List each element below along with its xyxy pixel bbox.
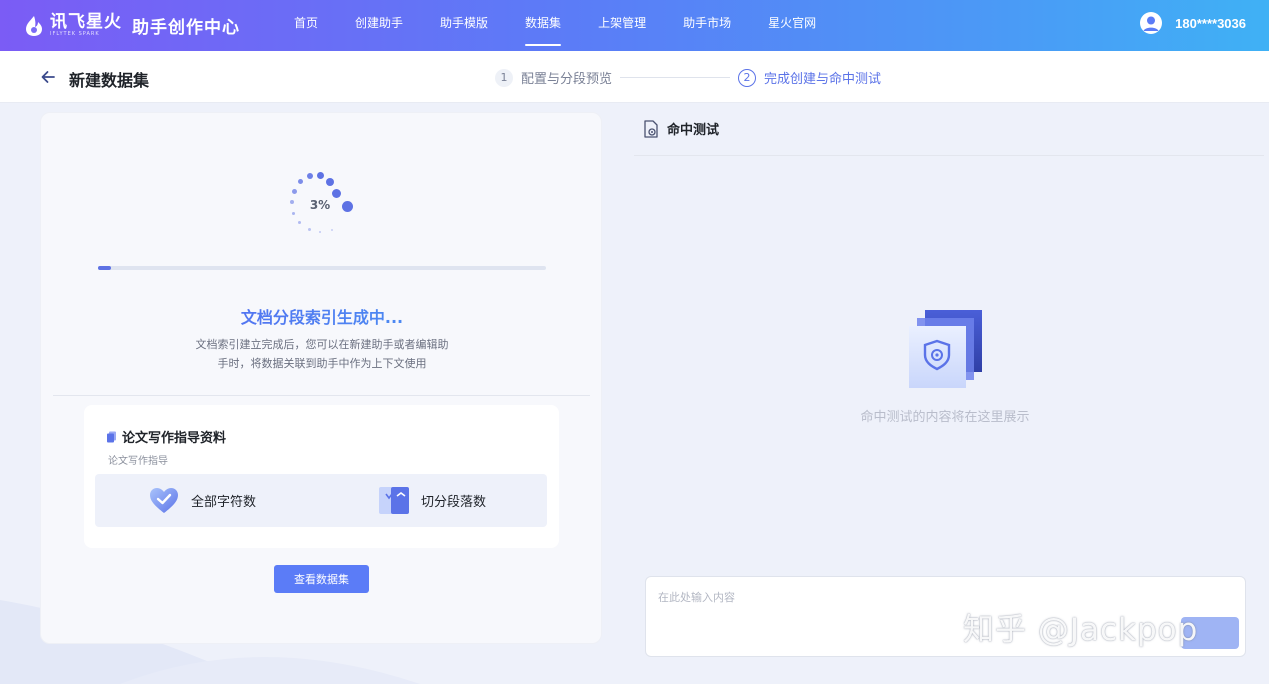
hit-test-header: 命中测试 — [643, 119, 719, 138]
spark-logo-icon — [26, 15, 42, 36]
generation-status-title: 文档分段索引生成中... — [41, 304, 601, 328]
step-2-number: 2 — [738, 68, 757, 87]
view-dataset-button[interactable]: 查看数据集 — [274, 565, 369, 593]
user-phone[interactable]: 180****3036 — [1175, 16, 1246, 31]
user-menu[interactable]: 180****3036 — [1140, 12, 1246, 34]
generation-description: 文档索引建立完成后，您可以在新建助手或者编辑助 手时，将数据关联到助手中作为上下… — [181, 335, 463, 373]
brand-subtitle: IFLYTEK SPARK — [50, 31, 100, 37]
nav-item-home[interactable]: 首页 — [294, 0, 318, 51]
hit-test-title: 命中测试 — [667, 123, 720, 138]
page-header: 新建数据集 1 配置与分段预览 2 完成创建与命中测试 — [0, 51, 1269, 103]
nav-item-assistant-market[interactable]: 助手市场 — [683, 0, 731, 51]
loading-spinner: 3% — [288, 170, 358, 240]
progress-bar — [98, 266, 546, 270]
nav-item-listing-management[interactable]: 上架管理 — [598, 0, 646, 51]
nav-item-official-site[interactable]: 星火官网 — [768, 0, 816, 51]
stat-total-characters: 全部字符数 — [147, 484, 256, 516]
progress-bar-fill — [98, 266, 112, 270]
nav-item-create-assistant[interactable]: 创建助手 — [355, 0, 403, 51]
stat-total-characters-label: 全部字符数 — [191, 494, 257, 510]
split-cards-icon — [379, 487, 409, 514]
generation-description-line-2: 手时，将数据关联到助手中作为上下文使用 — [217, 357, 427, 370]
dataset-description: 论文写作指导 — [108, 456, 168, 467]
hit-test-divider — [634, 155, 1264, 156]
step-1-label: 配置与分段预览 — [521, 72, 613, 87]
divider — [53, 395, 590, 396]
nav-menu: 首页 创建助手 助手模版 数据集 上架管理 助手市场 星火官网 — [294, 0, 853, 51]
brand-title: 助手创作中心 — [132, 18, 240, 38]
document-icon — [107, 431, 116, 442]
top-navigation-bar: 讯飞星火 IFLYTEK SPARK 助手创作中心 首页 创建助手 助手模版 数… — [0, 0, 1269, 51]
dataset-progress-card: 3% 文档分段索引生成中... 文档索引建立完成后，您可以在新建助手或者编辑助 … — [40, 112, 602, 644]
watermark: 知乎 @Jackpop — [963, 612, 1199, 648]
dataset-title-row: 论文写作指导资料 — [106, 427, 226, 446]
brand-text: 讯飞星火 IFLYTEK SPARK — [50, 14, 122, 37]
page-title: 新建数据集 — [69, 71, 150, 90]
dataset-title: 论文写作指导资料 — [122, 431, 227, 446]
nav-item-assistant-templates[interactable]: 助手模版 — [440, 0, 488, 51]
dataset-stats: 全部字符数 切分段落数 — [95, 474, 547, 527]
arrow-left-icon[interactable] — [38, 67, 58, 87]
dataset-info-card: 论文写作指导资料 论文写作指导 全部字符数 切分段落数 — [84, 405, 559, 548]
generation-description-line-1: 文档索引建立完成后，您可以在新建助手或者编辑助 — [195, 338, 449, 351]
hit-test-empty-text: 命中测试的内容将在这里展示 — [860, 410, 1030, 425]
stat-paragraph-count: 切分段落数 — [377, 484, 486, 516]
target-shield-illustration-icon — [909, 310, 982, 388]
step-2-label: 完成创建与命中测试 — [764, 72, 882, 87]
stat-paragraph-count-label: 切分段落数 — [421, 494, 487, 510]
step-connector — [620, 77, 731, 78]
stepper: 1 配置与分段预览 2 完成创建与命中测试 — [495, 68, 881, 87]
brand-name: 讯飞星火 — [50, 12, 122, 32]
heart-badge-icon — [150, 488, 178, 513]
user-avatar-icon[interactable] — [1140, 12, 1163, 34]
step-1-number: 1 — [495, 68, 513, 87]
hit-test-document-icon — [644, 119, 658, 138]
nav-item-datasets[interactable]: 数据集 — [525, 0, 562, 51]
progress-percent: 3% — [309, 198, 331, 212]
brand[interactable]: 讯飞星火 IFLYTEK SPARK 助手创作中心 — [24, 13, 264, 38]
